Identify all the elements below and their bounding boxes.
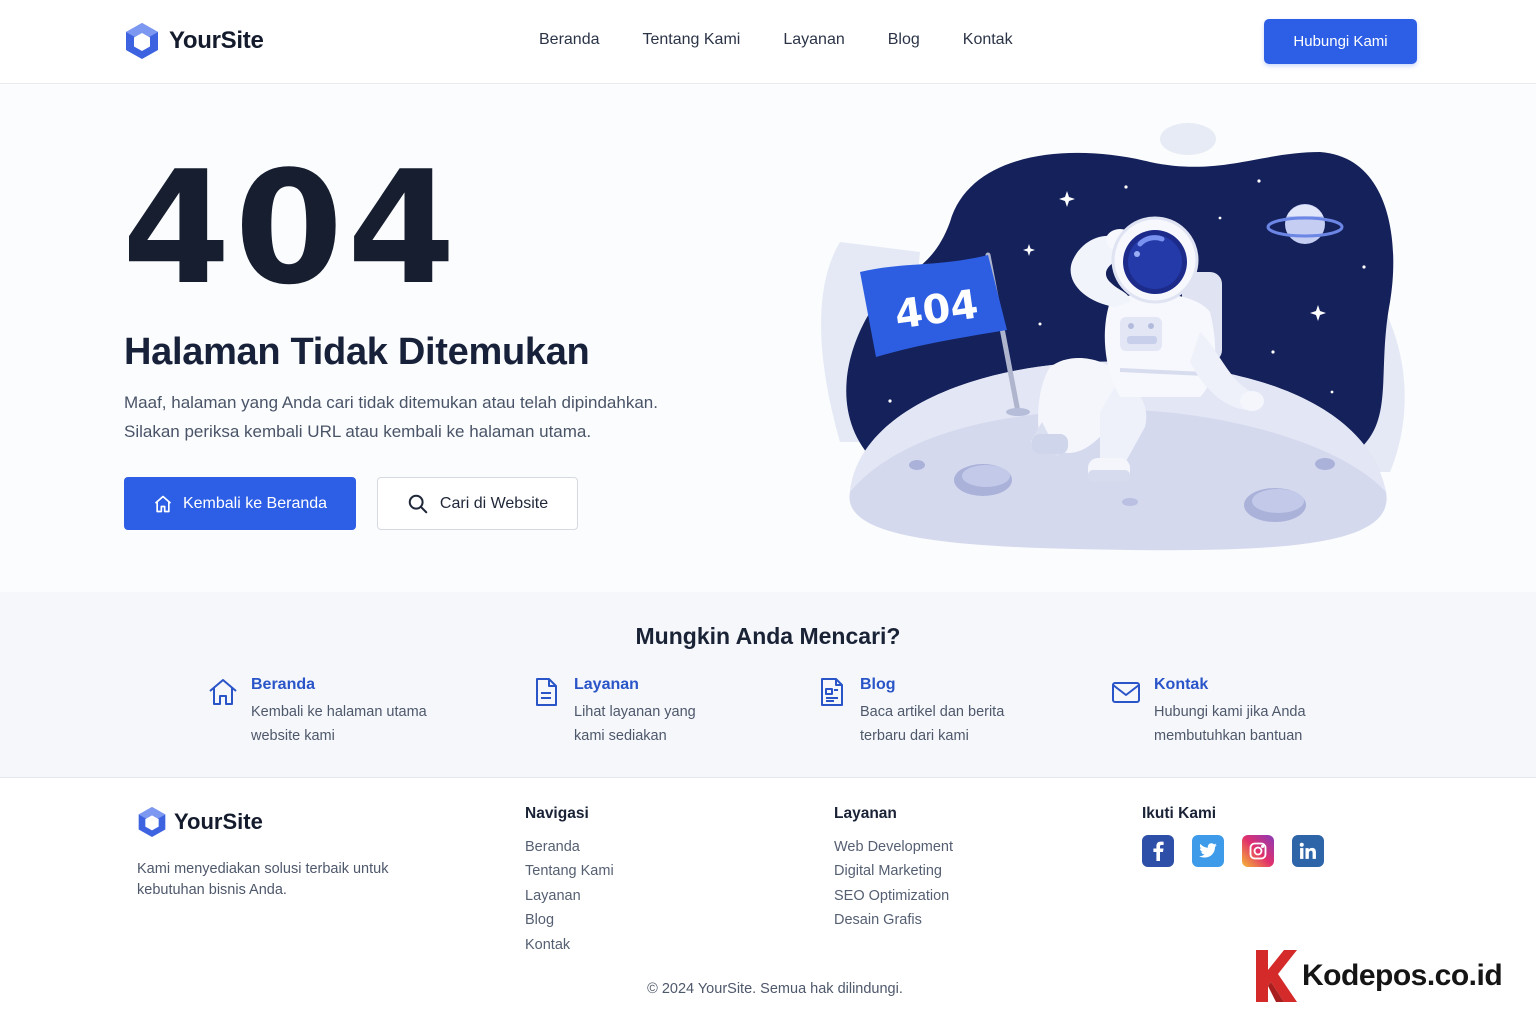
home-icon bbox=[154, 495, 172, 512]
footer-link-web-development[interactable]: Web Development bbox=[834, 835, 953, 859]
description-line-2: Silakan periksa kembali URL atau kembali… bbox=[124, 422, 592, 441]
home-icon bbox=[209, 679, 237, 705]
footer-nav-column: Navigasi Beranda Tentang Kami Layanan Bl… bbox=[525, 805, 614, 957]
footer-link-blog[interactable]: Blog bbox=[525, 908, 614, 932]
suggestion-title[interactable]: Beranda bbox=[251, 676, 427, 694]
watermark: Kodepos.co.id bbox=[1254, 948, 1503, 1004]
footer-link-seo-optimization[interactable]: SEO Optimization bbox=[834, 884, 953, 908]
twitter-icon[interactable] bbox=[1192, 835, 1224, 867]
instagram-icon[interactable] bbox=[1242, 835, 1274, 867]
suggestion-desc-2: website kami bbox=[251, 728, 335, 744]
footer-logo[interactable]: YourSite bbox=[137, 806, 263, 838]
search-website-label: Cari di Website bbox=[439, 494, 549, 512]
linkedin-icon[interactable] bbox=[1292, 835, 1324, 867]
footer-link-digital-marketing[interactable]: Digital Marketing bbox=[834, 859, 953, 883]
site-header: YourSite Beranda Tentang Kami Layanan Bl… bbox=[0, 0, 1536, 84]
suggestions-section: Mungkin Anda Mencari? Beranda Kembali ke… bbox=[0, 592, 1536, 778]
hexagon-logo-icon bbox=[138, 807, 166, 837]
main-nav: Beranda Tentang Kami Layanan Blog Kontak bbox=[539, 31, 1013, 49]
suggestion-desc-1: Baca artikel dan berita bbox=[860, 704, 1005, 720]
suggestion-kontak[interactable]: Kontak Hubungi kami jika Anda membutuhka… bbox=[1110, 676, 1306, 748]
contact-button[interactable]: Hubungi Kami bbox=[1264, 19, 1417, 64]
logo-text: YourSite bbox=[169, 27, 264, 54]
footer-description: Kami menyediakan solusi terbaik untuk ke… bbox=[137, 861, 389, 898]
footer-logo-text: YourSite bbox=[174, 809, 263, 834]
back-home-button[interactable]: Kembali ke Beranda bbox=[124, 477, 356, 530]
error-code: 404 bbox=[122, 137, 460, 319]
footer-nav-title: Navigasi bbox=[525, 805, 589, 822]
back-home-label: Kembali ke Beranda bbox=[182, 494, 328, 512]
suggestion-title[interactable]: Layanan bbox=[574, 676, 696, 694]
nav-kontak[interactable]: Kontak bbox=[963, 31, 1013, 49]
suggestion-desc-2: kami sediakan bbox=[574, 728, 667, 744]
footer-link-kontak[interactable]: Kontak bbox=[525, 933, 614, 957]
watermark-text: Kodepos.co.id bbox=[1302, 959, 1503, 992]
suggestions-title: Mungkin Anda Mencari? bbox=[635, 623, 901, 649]
suggestion-title[interactable]: Kontak bbox=[1154, 676, 1306, 694]
footer-link-beranda[interactable]: Beranda bbox=[525, 835, 614, 859]
hexagon-logo-icon bbox=[126, 23, 158, 59]
suggestion-title[interactable]: Blog bbox=[860, 676, 1004, 694]
mail-icon bbox=[1112, 682, 1140, 703]
site-logo[interactable]: YourSite bbox=[124, 22, 264, 60]
nav-layanan[interactable]: Layanan bbox=[783, 31, 844, 49]
suggestion-desc-1: Lihat layanan yang bbox=[574, 704, 696, 720]
article-icon bbox=[821, 678, 843, 706]
footer-social-column: Ikuti Kami bbox=[1142, 805, 1324, 867]
suggestion-desc-1: Hubungi kami jika Anda bbox=[1154, 704, 1306, 720]
footer-link-layanan[interactable]: Layanan bbox=[525, 884, 614, 908]
astronaut-illustration: 404 bbox=[821, 123, 1405, 551]
suggestion-beranda[interactable]: Beranda Kembali ke halaman utama website… bbox=[207, 676, 427, 748]
suggestion-blog[interactable]: Blog Baca artikel dan berita terbaru dar… bbox=[816, 676, 1004, 748]
footer-services-title: Layanan bbox=[834, 805, 897, 822]
kodepos-logo-icon bbox=[1256, 950, 1297, 1002]
footer-link-desain-grafis[interactable]: Desain Grafis bbox=[834, 908, 953, 932]
description-line-1: Maaf, halaman yang Anda cari tidak ditem… bbox=[124, 393, 658, 412]
suggestion-layanan[interactable]: Layanan Lihat layanan yang kami sediakan bbox=[530, 676, 696, 748]
footer-services-column: Layanan Web Development Digital Marketin… bbox=[834, 805, 953, 933]
suggestion-desc-2: membutuhkan bantuan bbox=[1154, 728, 1303, 744]
page-title: Halaman Tidak Ditemukan bbox=[124, 331, 590, 373]
nav-tentang-kami[interactable]: Tentang Kami bbox=[643, 31, 741, 49]
document-icon bbox=[536, 678, 557, 706]
search-website-button[interactable]: Cari di Website bbox=[377, 477, 578, 530]
suggestion-desc-2: terbaru dari kami bbox=[860, 728, 969, 744]
footer-follow-title: Ikuti Kami bbox=[1142, 805, 1217, 822]
nav-blog[interactable]: Blog bbox=[888, 31, 920, 49]
suggestion-desc-1: Kembali ke halaman utama bbox=[251, 704, 427, 720]
search-icon bbox=[408, 494, 428, 513]
error-description: Maaf, halaman yang Anda cari tidak ditem… bbox=[124, 388, 744, 446]
nav-beranda[interactable]: Beranda bbox=[539, 31, 600, 49]
footer-link-tentang-kami[interactable]: Tentang Kami bbox=[525, 859, 614, 883]
facebook-icon[interactable] bbox=[1142, 835, 1174, 867]
